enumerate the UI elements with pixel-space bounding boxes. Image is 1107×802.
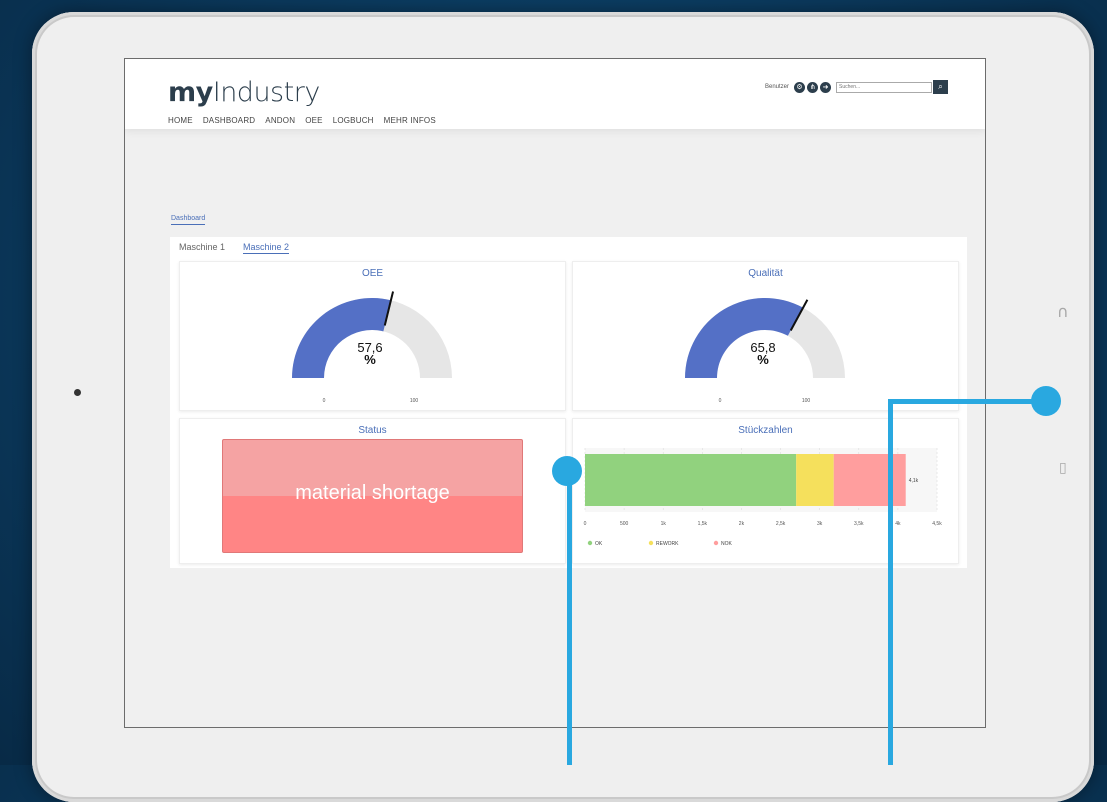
chart-tick-label: 4k [895,521,901,527]
quality-min-label: 0 [719,398,722,404]
app-logo[interactable]: myIndustry [168,77,320,108]
gear-icon[interactable]: ⚙ [794,81,806,93]
oee-gauge: 0 100 [292,291,452,404]
tab-maschine-1[interactable]: Maschine 1 [179,242,225,252]
logout-icon[interactable]: ➜ [820,81,832,93]
chart-tick-label: 0 [584,521,587,527]
app-screen: myIndustry HOME DASHBOARD ANDON OEE LOGB… [124,58,986,728]
chart-legend-marker [713,540,719,546]
oee-value: 57,6 % [340,341,400,367]
sitemap-icon[interactable]: ⋔ [807,81,819,93]
user-label: Benutzer [765,84,790,90]
status-indicator: material shortage [222,439,523,553]
nav-logbuch[interactable]: LOGBUCH [333,116,374,125]
nav-andon[interactable]: ANDON [265,116,295,125]
oee-unit: % [364,352,376,367]
quality-card: Qualität 0 100 65,8 % [572,261,959,411]
chart-bar-ok [585,454,797,506]
callout-line [888,399,893,765]
callout-marker [552,456,582,486]
quality-gauge: 0 100 [685,298,845,404]
chart-bar-nok [833,454,906,506]
oee-gauge-fill [292,298,391,378]
main-nav: HOME DASHBOARD ANDON OEE LOGBUCH MEHR IN… [168,116,436,125]
trash-icon: ▯ [1059,460,1067,476]
quality-gauge-fill [685,298,804,378]
oee-card: OEE 0 100 57,6 % [179,261,566,411]
user-toolbar: Benutzer ⚙ ⋔ ➜ ⌕ [765,80,949,94]
tab-maschine-2[interactable]: Maschine 2 [243,242,290,254]
chart-tick-label: 4,5k [932,521,942,527]
chart-tick-label: 500 [620,521,629,527]
search-input[interactable] [836,81,933,93]
tablet-camera [74,389,81,396]
header: myIndustry HOME DASHBOARD ANDON OEE LOGB… [125,59,985,129]
oee-max-label: 100 [410,398,419,404]
quality-value: 65,8 % [733,341,793,367]
search-icon[interactable]: ⌕ [933,80,949,94]
breadcrumb[interactable]: Dashboard [171,215,206,225]
quality-unit: % [757,352,769,367]
chart-bar-rework [796,454,834,506]
chart-legend-marker [648,540,654,546]
piece-count-card: Stückzahlen 0 500 1k 1,5k 2k 2,5k 3k 3,5k 4k 4,5k… [572,418,959,564]
nav-mehr-infos[interactable]: MEHR INFOS [384,116,436,125]
chart-total-label: 4,1k [909,478,919,484]
piece-count-chart: 0 500 1k 1,5k 2k 2,5k 3k 3,5k 4k 4,5k 4,1k OK REWORK… [584,448,942,547]
chart-tick-label: 1k [661,521,667,527]
chart-tick-label: 3k [817,521,823,527]
status-card: Status material shortage [179,418,566,564]
chart-legend-label: REWORK [656,541,679,547]
status-text: material shortage [295,482,450,504]
chart-tick-label: 3,5k [854,521,864,527]
nav-oee[interactable]: OEE [305,116,323,125]
nav-home[interactable]: HOME [168,116,193,125]
chart-legend-label: NOK [721,541,733,547]
chart-legend-marker [587,540,593,546]
nav-dashboard[interactable]: DASHBOARD [203,116,255,125]
callout-line [567,470,572,765]
magnet-icon: ∩ [1057,302,1069,321]
callout-line [888,399,1046,404]
quality-max-label: 100 [802,398,811,404]
chart-tick-label: 2k [739,521,745,527]
chart-tick-label: 1,5k [698,521,708,527]
chart-legend-label: OK [595,541,603,547]
status-title: Status [358,425,387,436]
callout-marker [1031,386,1061,416]
oee-min-label: 0 [323,398,326,404]
chart-tick-label: 2,5k [776,521,786,527]
